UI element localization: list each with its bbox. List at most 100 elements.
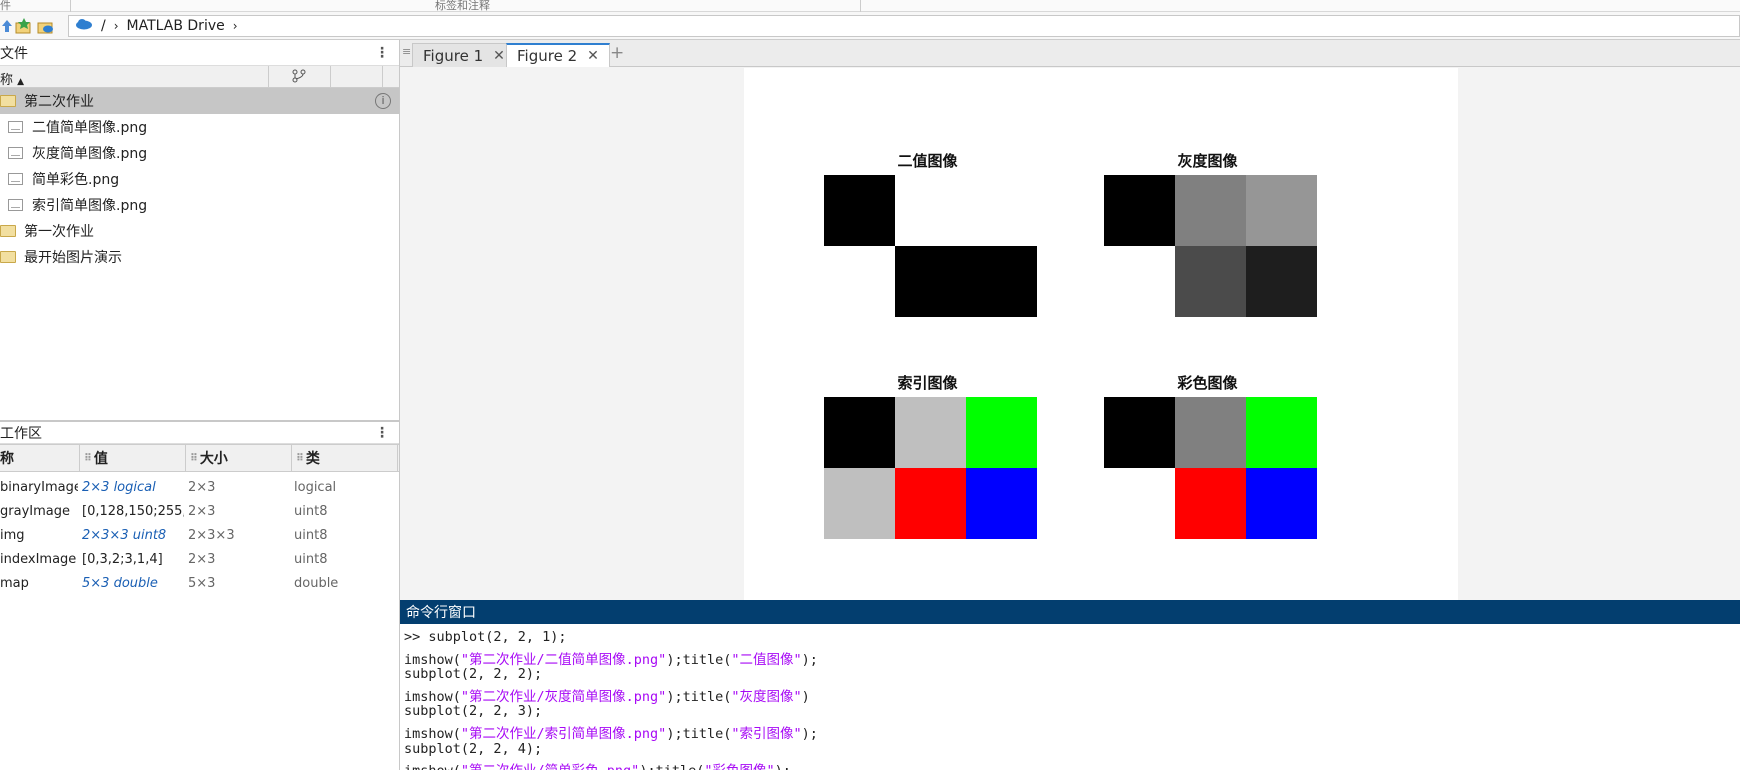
drag-handle-icon[interactable]: ⠿ — [84, 453, 92, 464]
panel-title: 工作区 — [0, 425, 42, 442]
variable-name: map — [0, 576, 29, 591]
info-icon[interactable]: i — [375, 93, 391, 109]
name-column-header[interactable]: 称 — [0, 445, 80, 471]
variable-size: 2×3 — [188, 552, 216, 567]
panel-header: 工作区 ⋮ — [0, 422, 399, 444]
subplot-title: 彩色图像 — [1177, 374, 1238, 392]
string-literal: "第二次作业/简单彩色.png" — [461, 763, 639, 770]
image-pixel — [1246, 397, 1317, 468]
image-pixel — [1104, 246, 1175, 317]
command-line: subplot(2, 2, 4); — [404, 741, 1740, 760]
name-column-header[interactable]: 称 ▲ — [0, 69, 24, 88]
image-pixel — [1175, 468, 1246, 539]
file-list-item[interactable]: 第二次作业 i — [0, 88, 399, 114]
image-file-icon — [8, 147, 23, 159]
file-list-item[interactable]: 最开始图片演示 — [0, 244, 399, 270]
panel-header: 文件 ⋮ — [0, 40, 399, 66]
file-list-item[interactable]: 简单彩色.png — [0, 166, 399, 192]
file-list-item[interactable]: 第一次作业 — [0, 218, 399, 244]
chevron-right-icon[interactable]: › — [233, 19, 238, 33]
code-text: ) — [801, 688, 810, 705]
code-text: subplot(2, 2, 4); — [404, 740, 543, 757]
image-pixel — [895, 175, 966, 246]
new-folder-icon[interactable] — [14, 17, 32, 35]
file-list-item[interactable]: 灰度简单图像.png — [0, 140, 399, 166]
source-control-icon[interactable] — [292, 69, 306, 87]
drag-handle-icon[interactable]: ⠿ — [190, 453, 198, 464]
toolstrip-section-bar: 件 标签和注释 — [0, 0, 1740, 12]
value-column-header[interactable]: ⠿ 值 — [80, 445, 186, 471]
address-toolbar: / › MATLAB Drive › — [0, 12, 1740, 40]
file-name: 第二次作业 — [24, 94, 94, 110]
drag-handle-icon[interactable]: ⠿ — [296, 453, 304, 464]
command-line: subplot(2, 2, 2); — [404, 666, 1740, 685]
image-pixel — [1246, 175, 1317, 246]
variable-size: 2×3 — [188, 504, 216, 519]
tab-figure-1[interactable]: Figure 1 ✕ — [412, 43, 516, 67]
code-text: subplot(2, 2, 3); — [404, 703, 543, 720]
code-text: );title( — [666, 725, 732, 742]
variable-name: indexImage — [0, 552, 77, 567]
figure-2-canvas[interactable]: 二值图像 灰度图像 索引图像 彩色图像 — [744, 68, 1458, 600]
folder-icon — [0, 95, 16, 107]
close-icon[interactable]: ✕ — [587, 48, 599, 64]
matlab-drive-cloud-icon — [75, 18, 93, 34]
breadcrumb-root[interactable]: / — [101, 18, 106, 34]
file-list-item[interactable]: 索引简单图像.png — [0, 192, 399, 218]
more-options-icon[interactable]: ⋮ — [375, 425, 389, 441]
code-text: );title( — [666, 651, 732, 668]
variable-value: [0,3,2;3,1,4] — [82, 552, 163, 567]
workspace-row[interactable]: grayImage [0,128,150;255,... 2×3 uint8 — [0, 500, 399, 524]
size-column-header[interactable]: ⠿ 大小 — [186, 445, 292, 471]
variable-value: 5×3 double — [82, 576, 158, 591]
panel-title: 文件 — [0, 45, 28, 62]
workspace-row[interactable]: map 5×3 double 5×3 double — [0, 572, 399, 596]
close-icon[interactable]: ✕ — [493, 48, 505, 64]
code-text: >> subplot(2, 2, 1); — [404, 629, 567, 645]
address-field[interactable]: / › MATLAB Drive › — [68, 15, 1740, 37]
subplot-title: 索引图像 — [897, 374, 958, 392]
image-pixel — [824, 246, 895, 317]
file-name: 灰度简单图像.png — [32, 146, 148, 162]
code-text: imshow( — [404, 763, 461, 770]
file-list-item[interactable]: 二值简单图像.png — [0, 114, 399, 140]
workspace-row[interactable]: binaryImage 2×3 logical 2×3 logical — [0, 476, 399, 500]
divider — [70, 0, 71, 12]
breadcrumb-matlab-drive[interactable]: MATLAB Drive — [127, 18, 225, 34]
variable-size: 5×3 — [188, 576, 216, 591]
code-text: imshow( — [404, 725, 461, 742]
more-options-icon[interactable]: ⋮ — [375, 45, 389, 61]
divider — [330, 66, 331, 88]
image-pixel — [1104, 175, 1175, 246]
string-literal: "灰度图像" — [731, 688, 802, 705]
sort-up-icon: ▲ — [17, 77, 25, 87]
command-line: imshow("第二次作业/二值简单图像.png");title("二值图像")… — [404, 648, 1740, 668]
image-pixel — [966, 468, 1037, 539]
variable-value: 2×3×3 uint8 — [82, 528, 167, 543]
image-pixel — [1175, 397, 1246, 468]
image-pixel — [966, 175, 1037, 246]
workspace-row[interactable]: indexImage [0,3,2;3,1,4] 2×3 uint8 — [0, 548, 399, 572]
workspace-row[interactable]: img 2×3×3 uint8 2×3×3 uint8 — [0, 524, 399, 548]
variable-class: uint8 — [294, 528, 328, 543]
variable-name: img — [0, 528, 25, 543]
variable-class: uint8 — [294, 504, 328, 519]
tab-figure-2[interactable]: Figure 2 ✕ — [506, 43, 610, 67]
image-pixel — [1104, 397, 1175, 468]
command-line: imshow("第二次作业/简单彩色.png");title("彩色图像"); — [404, 759, 1740, 770]
variable-size: 2×3 — [188, 480, 216, 495]
string-literal: "索引图像" — [731, 725, 802, 742]
command-window-header: 命令行窗口 — [400, 600, 1740, 624]
class-column-header[interactable]: ⠿ 类 — [292, 445, 398, 471]
tab-menu-icon[interactable]: ≡ — [402, 45, 411, 58]
command-window-title: 命令行窗口 — [406, 605, 476, 621]
file-name: 二值简单图像.png — [32, 120, 148, 136]
command-window[interactable]: >> subplot(2, 2, 1); imshow("第二次作业/二值简单图像… — [400, 624, 1740, 770]
cloud-folder-icon[interactable] — [36, 17, 54, 35]
image-file-icon — [8, 173, 23, 185]
add-tab-icon[interactable]: + — [610, 43, 624, 63]
image-file-icon — [8, 121, 23, 133]
image-pixel — [1246, 246, 1317, 317]
chevron-right-icon[interactable]: › — [114, 19, 119, 33]
code-text: ); — [801, 725, 818, 742]
